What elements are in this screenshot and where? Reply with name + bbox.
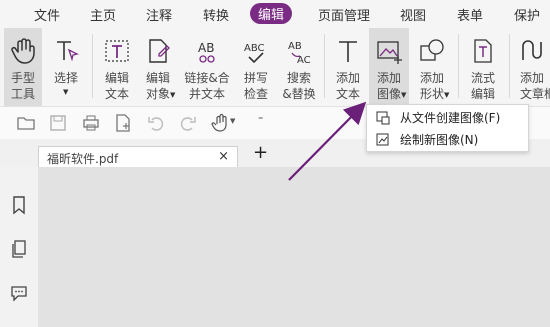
annotation-arrow [288,101,367,181]
